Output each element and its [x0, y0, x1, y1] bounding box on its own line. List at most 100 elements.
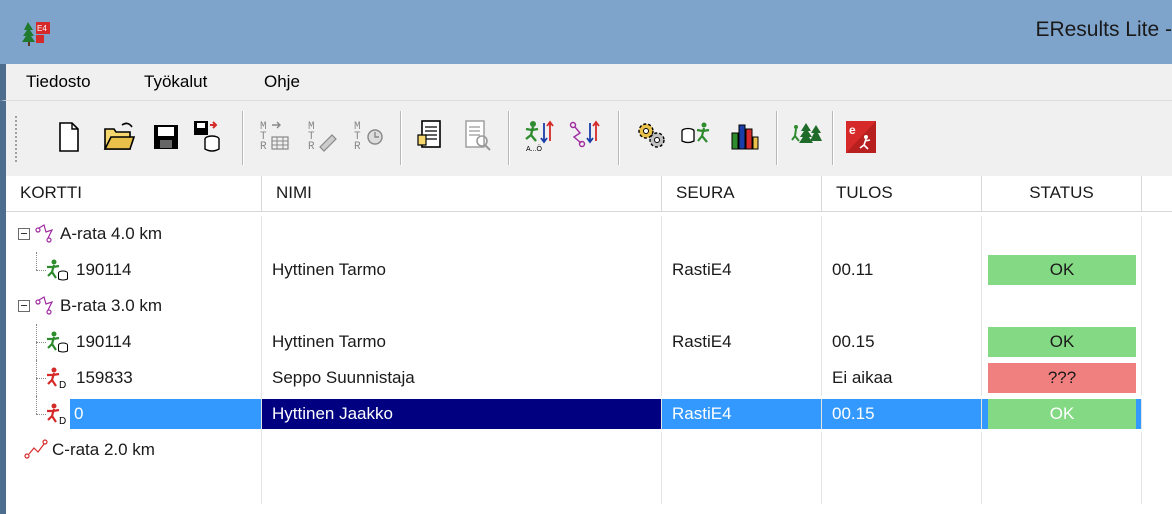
table-row-course[interactable]: C-rata 2.0 km [6, 432, 1172, 468]
toolbar-grip[interactable] [14, 115, 18, 163]
column-header-seura[interactable]: SEURA [662, 176, 822, 212]
menu-tiedosto[interactable]: Tiedosto [26, 72, 91, 92]
nimi-cell [262, 216, 662, 252]
status-cell [982, 216, 1142, 252]
kortti-value: 0 [70, 399, 261, 429]
collapse-toggle[interactable] [18, 228, 30, 240]
status-cell: OK [982, 399, 1142, 429]
status-badge: OK [988, 255, 1136, 285]
seura-cell [662, 468, 822, 504]
table-row[interactable]: D 159833 Seppo Suunnistaja Ei aikaa ??? [6, 360, 1172, 396]
status-cell: OK [982, 252, 1142, 288]
save-icon[interactable] [148, 115, 182, 159]
runner-db-icon [47, 331, 68, 353]
tulos-cell: Ei aikaa [822, 360, 982, 396]
toolbar-separator [832, 111, 834, 165]
column-header-kortti[interactable]: KORTTI [6, 176, 262, 212]
toolbar-separator [776, 111, 778, 165]
course-label: B-rata 3.0 km [60, 296, 163, 315]
nimi-cell: Seppo Suunnistaja [262, 360, 662, 396]
svg-text:R: R [260, 141, 267, 153]
runner-d-icon: D [47, 367, 66, 390]
kortti-value: 190114 [76, 260, 132, 279]
kortti-cell: D 0 [6, 396, 262, 432]
menu-ohje[interactable]: Ohje [264, 72, 300, 92]
status-cell: OK [982, 324, 1142, 360]
new-file-icon[interactable] [52, 115, 86, 159]
seura-cell: RastiE4 [662, 399, 822, 429]
kortti-cell: A-rata 4.0 km [6, 216, 262, 252]
toolbar-separator [618, 111, 620, 165]
toolbar-separator [508, 111, 510, 165]
tulos-cell [822, 468, 982, 504]
tulos-cell: 00.11 [822, 252, 982, 288]
settings-gears-icon[interactable] [634, 115, 668, 159]
print-preview-icon[interactable] [460, 115, 494, 159]
table-row-course[interactable]: B-rata 3.0 km [6, 288, 1172, 324]
svg-text:D: D [59, 416, 66, 426]
column-header-tulos[interactable]: TULOS [822, 176, 982, 212]
timer-icon[interactable]: M T R [352, 115, 386, 159]
collapse-toggle[interactable] [18, 300, 30, 312]
nimi-cell: Hyttinen Jaakko [262, 399, 662, 429]
bar-chart-icon[interactable] [728, 115, 762, 159]
toolbar-separator [400, 111, 402, 165]
course-label: A-rata 4.0 km [60, 224, 163, 243]
column-header-status[interactable]: STATUS [982, 176, 1142, 212]
nimi-cell [262, 468, 662, 504]
seura-cell [662, 216, 822, 252]
forest-runners-icon[interactable] [790, 115, 824, 159]
grid-header: KORTTI NIMI SEURA TULOS STATUS [6, 176, 1172, 212]
nimi-cell [262, 288, 662, 324]
svg-text:R: R [308, 141, 315, 153]
kortti-cell: D 159833 [6, 360, 262, 396]
status-cell [982, 468, 1142, 504]
tulos-cell [822, 432, 982, 468]
kortti-cell: 190114 [6, 252, 262, 288]
status-cell [982, 432, 1142, 468]
status-badge: OK [988, 327, 1136, 357]
save-to-database-icon[interactable] [190, 115, 224, 159]
database-runner-icon[interactable] [680, 115, 714, 159]
tulos-cell [822, 288, 982, 324]
course-icon [24, 439, 48, 459]
table-row-empty [6, 468, 1172, 504]
kortti-value: 190114 [76, 332, 132, 351]
seura-cell [662, 288, 822, 324]
sort-by-course-icon[interactable] [568, 115, 602, 159]
svg-text:R: R [354, 141, 361, 153]
toolbar-separator [242, 111, 244, 165]
toolbar: M T R M T R M T R A...Ö e [0, 100, 1172, 176]
edit-data-icon[interactable]: M T R [306, 115, 340, 159]
title-bar: E4 EResults Lite - [0, 0, 1172, 64]
menu-bar: Tiedosto Työkalut Ohje [0, 64, 1172, 100]
sort-by-name-icon[interactable]: A...Ö [522, 115, 556, 159]
eresults-online-icon[interactable]: e [844, 115, 878, 159]
runner-db-icon [47, 259, 68, 281]
status-cell: ??? [982, 360, 1142, 396]
app-logo-icon: E4 [22, 22, 50, 46]
table-row[interactable]: 190114 Hyttinen Tarmo RastiE4 00.15 OK [6, 324, 1172, 360]
seura-cell: RastiE4 [662, 324, 822, 360]
kortti-cell [6, 468, 262, 504]
nimi-cell: Hyttinen Tarmo [262, 252, 662, 288]
svg-text:E4: E4 [37, 24, 47, 33]
column-header-nimi[interactable]: NIMI [262, 176, 662, 212]
import-table-icon[interactable]: M T R [258, 115, 292, 159]
table-row[interactable]: 190114 Hyttinen Tarmo RastiE4 00.11 OK [6, 252, 1172, 288]
svg-text:D: D [59, 380, 66, 390]
table-row-selected[interactable]: D 0 Hyttinen Jaakko RastiE4 00.15 OK [6, 396, 1172, 432]
course-icon [35, 296, 54, 315]
tulos-cell: 00.15 [822, 399, 982, 429]
status-badge: ??? [988, 363, 1136, 393]
preview-document-icon[interactable] [414, 115, 448, 159]
menu-tyokalut[interactable]: Työkalut [144, 72, 207, 92]
nimi-cell: Hyttinen Tarmo [262, 324, 662, 360]
kortti-value: 159833 [76, 368, 133, 387]
open-folder-icon[interactable] [102, 115, 136, 159]
kortti-cell: 190114 [6, 324, 262, 360]
course-icon [35, 224, 54, 243]
kortti-cell: B-rata 3.0 km [6, 288, 262, 324]
table-row-course[interactable]: A-rata 4.0 km [6, 216, 1172, 252]
tulos-cell [822, 216, 982, 252]
